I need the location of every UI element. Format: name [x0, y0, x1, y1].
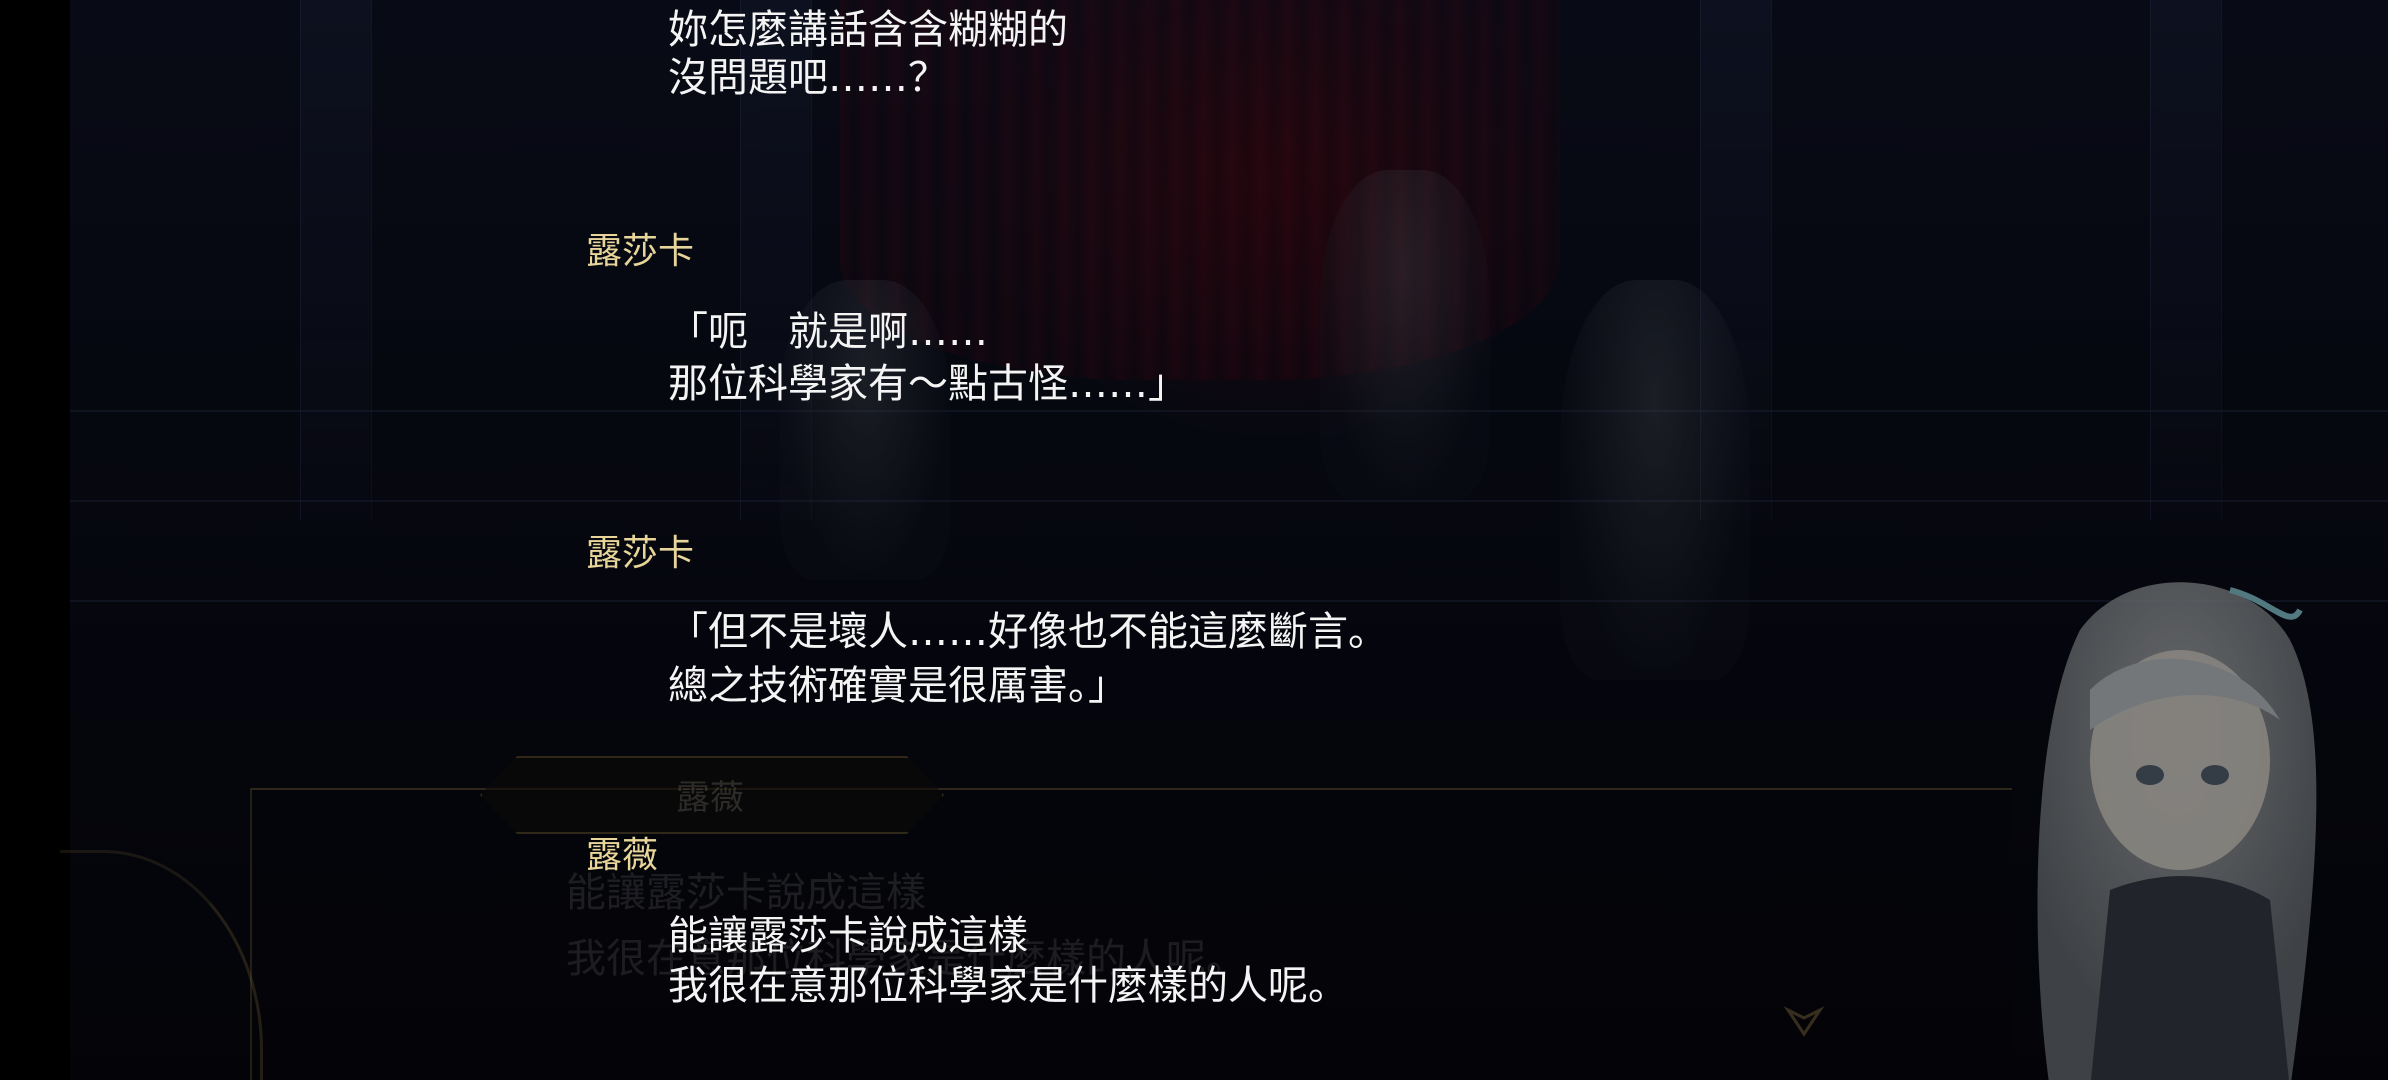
backlog-line: 我很在意那位科學家是什麼樣的人呢。 [668, 963, 1348, 1009]
backlog-speaker-name: 露莎卡 [586, 533, 695, 574]
backlog-line: 總之技術確實是很厲害。」 [668, 663, 1128, 709]
backlog-line: 妳怎麼講話含含糊糊的 [668, 7, 1068, 53]
backlog-log[interactable]: 妳怎麼講話含含糊糊的 沒問題吧……？ 露莎卡 「呃 就是啊…… 那位科學家有～點… [0, 0, 2388, 1080]
backlog-line: 沒問題吧……？ [668, 55, 948, 101]
backlog-line: 那位科學家有～點古怪……」 [668, 361, 1188, 407]
backlog-speaker-name: 露莎卡 [586, 231, 695, 272]
backlog-line: 能讓露莎卡說成這樣 [668, 913, 1028, 959]
backlog-line: 「但不是壞人……好像也不能這麼斷言。 [668, 609, 1388, 655]
game-scene[interactable]: 露薇 能讓露莎卡說成這樣 我很在意那位科學家是什麼樣的人呢。 妳怎麼講話含含糊糊… [0, 0, 2388, 1080]
backlog-line: 「呃 就是啊…… [668, 309, 988, 355]
backlog-speaker-name: 露薇 [586, 835, 659, 876]
